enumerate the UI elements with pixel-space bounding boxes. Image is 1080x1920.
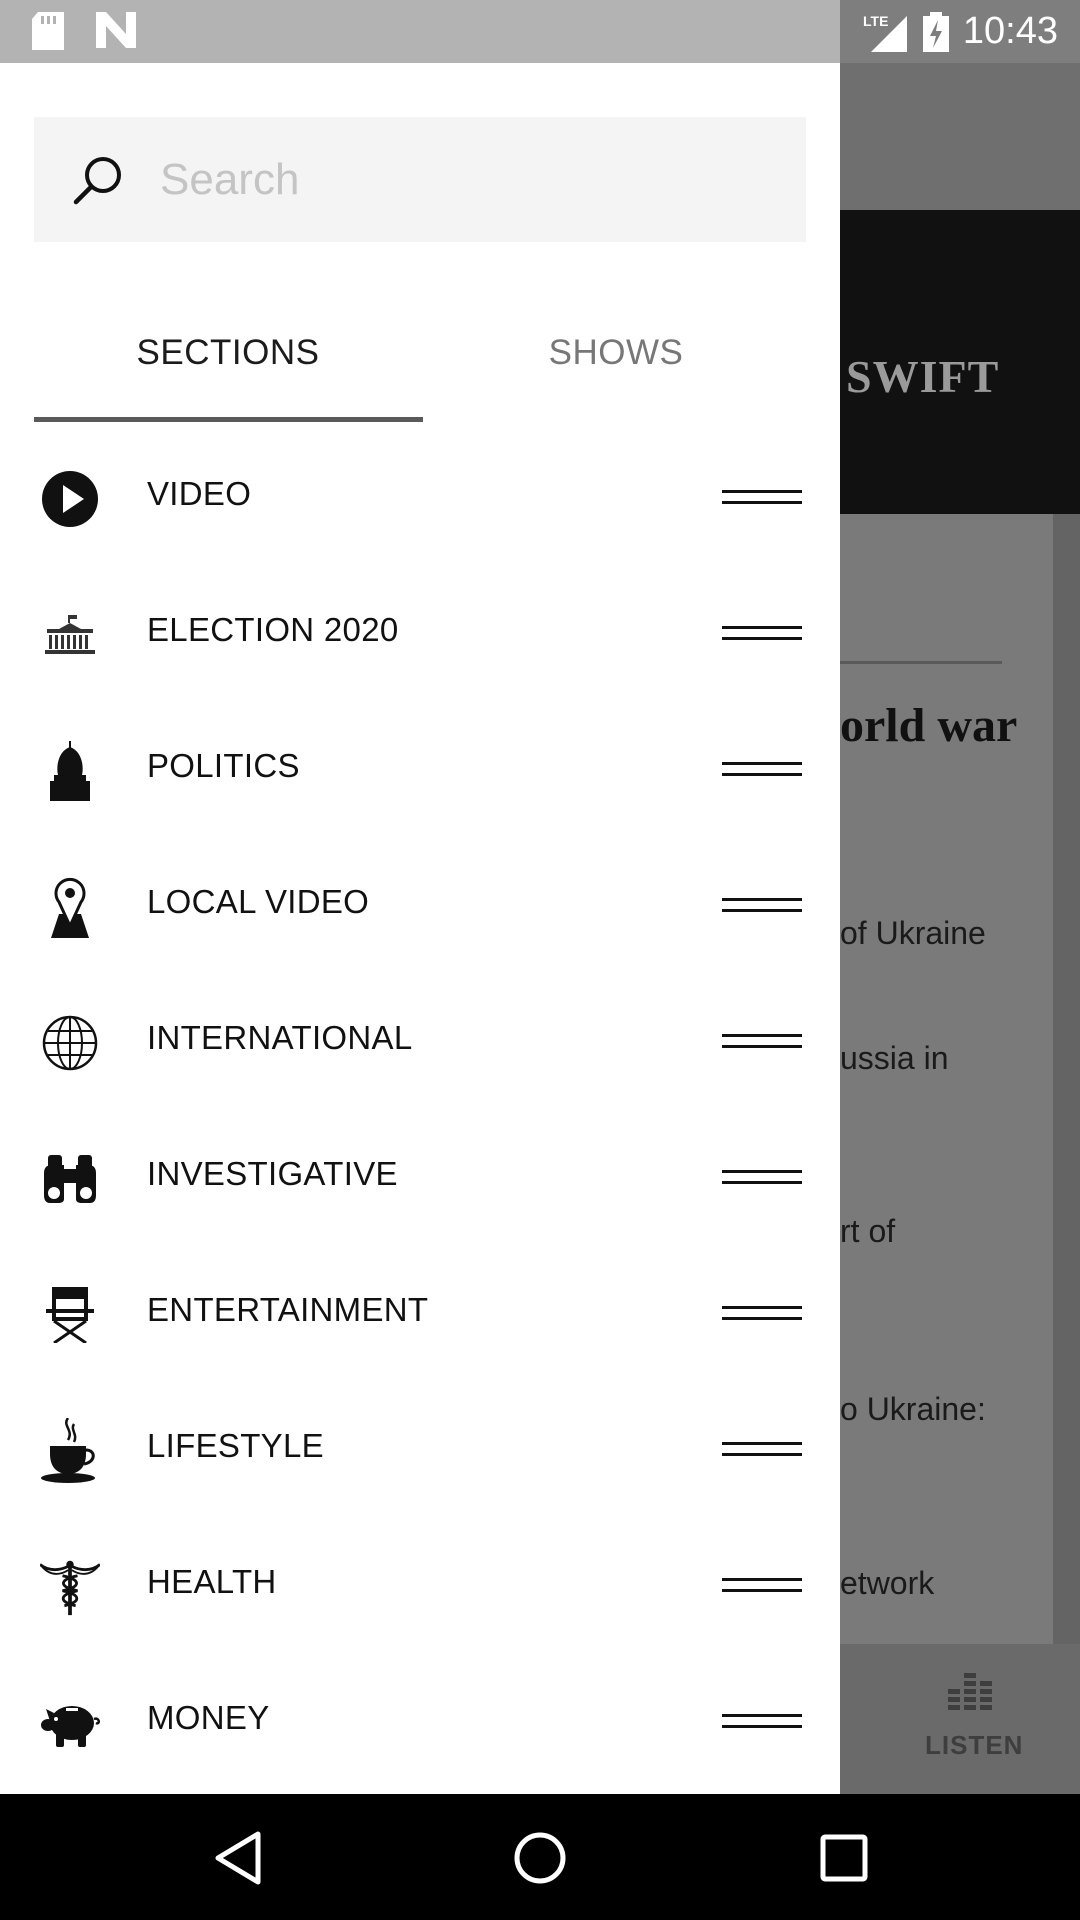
directors-chair-icon xyxy=(40,1285,100,1345)
status-bar: LTE 10:43 xyxy=(0,0,1080,63)
listen-tab-label: LISTEN xyxy=(925,1730,1024,1760)
section-label: HEALTH xyxy=(147,1563,277,1600)
recents-square-icon xyxy=(820,1834,868,1882)
n-notification-icon xyxy=(96,12,136,48)
status-icons-left xyxy=(32,12,136,50)
bg-text-line: etwork xyxy=(840,1565,935,1601)
section-item-video[interactable]: VIDEO xyxy=(0,431,840,567)
system-nav-bar xyxy=(0,1794,1080,1920)
drag-handle-icon[interactable] xyxy=(722,1034,802,1052)
drawer-tabs: SECTIONS SHOWS xyxy=(34,333,806,429)
coffee-cup-icon xyxy=(40,1418,100,1483)
section-item-investigative[interactable]: INVESTIGATIVE xyxy=(0,1111,840,1247)
bg-text-line: ussia in xyxy=(840,1040,949,1076)
sd-card-icon xyxy=(32,12,64,50)
drag-handle-icon[interactable] xyxy=(722,762,802,780)
section-item-money[interactable]: MONEY xyxy=(0,1655,840,1791)
binoculars-icon xyxy=(40,1149,100,1209)
home-circle-icon xyxy=(514,1832,566,1884)
section-item-election-2020[interactable]: ELECTION 2020 xyxy=(0,567,840,703)
drag-handle-icon[interactable] xyxy=(722,1170,802,1188)
caduceus-icon xyxy=(40,1557,100,1617)
sections-list: VIDEO ELECTION 2020 POLITICS LOCAL VIDEO… xyxy=(0,431,840,1791)
bg-top-bar xyxy=(840,63,1080,210)
drag-handle-icon[interactable] xyxy=(722,490,802,508)
svg-text:LTE: LTE xyxy=(863,13,888,29)
drag-handle-icon[interactable] xyxy=(722,1578,802,1596)
section-label: ENTERTAINMENT xyxy=(147,1291,429,1328)
capitol-dome-icon xyxy=(40,741,100,801)
listen-icon xyxy=(948,1673,992,1710)
status-time: 10:43 xyxy=(962,10,1058,52)
section-label: INVESTIGATIVE xyxy=(147,1155,398,1192)
section-item-entertainment[interactable]: ENTERTAINMENT xyxy=(0,1247,840,1383)
home-button[interactable] xyxy=(508,1826,572,1890)
section-item-international[interactable]: INTERNATIONAL xyxy=(0,975,840,1111)
section-label: INTERNATIONAL xyxy=(147,1019,413,1056)
section-label: POLITICS xyxy=(147,747,300,784)
tab-selected-indicator xyxy=(34,417,423,422)
section-label: LIFESTYLE xyxy=(147,1427,324,1464)
globe-icon xyxy=(40,1013,100,1073)
search-box[interactable] xyxy=(34,117,806,242)
drag-handle-icon[interactable] xyxy=(722,1442,802,1460)
bg-text-line: of Ukraine xyxy=(840,915,986,951)
section-label: ELECTION 2020 xyxy=(147,611,399,648)
drag-handle-icon[interactable] xyxy=(722,1714,802,1732)
tab-sections[interactable]: SECTIONS xyxy=(34,333,422,429)
bg-divider xyxy=(840,661,1002,664)
drag-handle-icon[interactable] xyxy=(722,626,802,644)
map-pin-icon xyxy=(40,877,100,938)
search-icon xyxy=(73,156,121,204)
section-label: MONEY xyxy=(147,1699,270,1736)
section-item-local-video[interactable]: LOCAL VIDEO xyxy=(0,839,840,975)
section-item-politics[interactable]: POLITICS xyxy=(0,703,840,839)
bg-bottom-nav xyxy=(840,1644,1080,1794)
tab-shows[interactable]: SHOWS xyxy=(422,333,810,429)
bg-hero-text: SWIFT xyxy=(846,351,1000,402)
drag-handle-icon[interactable] xyxy=(722,898,802,916)
bg-text-line: rt of xyxy=(840,1213,896,1249)
back-triangle-icon xyxy=(215,1831,261,1885)
recents-button[interactable] xyxy=(812,1826,876,1890)
play-circle-icon xyxy=(40,469,100,529)
bg-article-card xyxy=(840,514,1053,1644)
status-right: LTE 10:43 xyxy=(840,0,1080,63)
search-input[interactable] xyxy=(158,153,762,206)
bg-hero: SWIFT xyxy=(840,210,1080,514)
section-item-health[interactable]: HEALTH xyxy=(0,1519,840,1655)
battery-charging-icon xyxy=(922,11,949,52)
background-app: SWIFT orld war of Ukraine ussia in rt of… xyxy=(840,63,1080,1794)
drag-handle-icon[interactable] xyxy=(722,1306,802,1324)
white-house-icon xyxy=(40,605,100,665)
back-button[interactable] xyxy=(206,1826,270,1890)
bg-headline: orld war xyxy=(840,699,1018,752)
section-item-lifestyle[interactable]: LIFESTYLE xyxy=(0,1383,840,1519)
lte-signal-icon: LTE xyxy=(863,13,907,52)
section-label: VIDEO xyxy=(147,475,252,512)
bg-text-line: o Ukraine: xyxy=(840,1391,986,1427)
navigation-drawer: SECTIONS SHOWS VIDEO xyxy=(0,63,840,1794)
section-label: LOCAL VIDEO xyxy=(147,883,370,920)
piggy-bank-icon xyxy=(40,1693,100,1753)
